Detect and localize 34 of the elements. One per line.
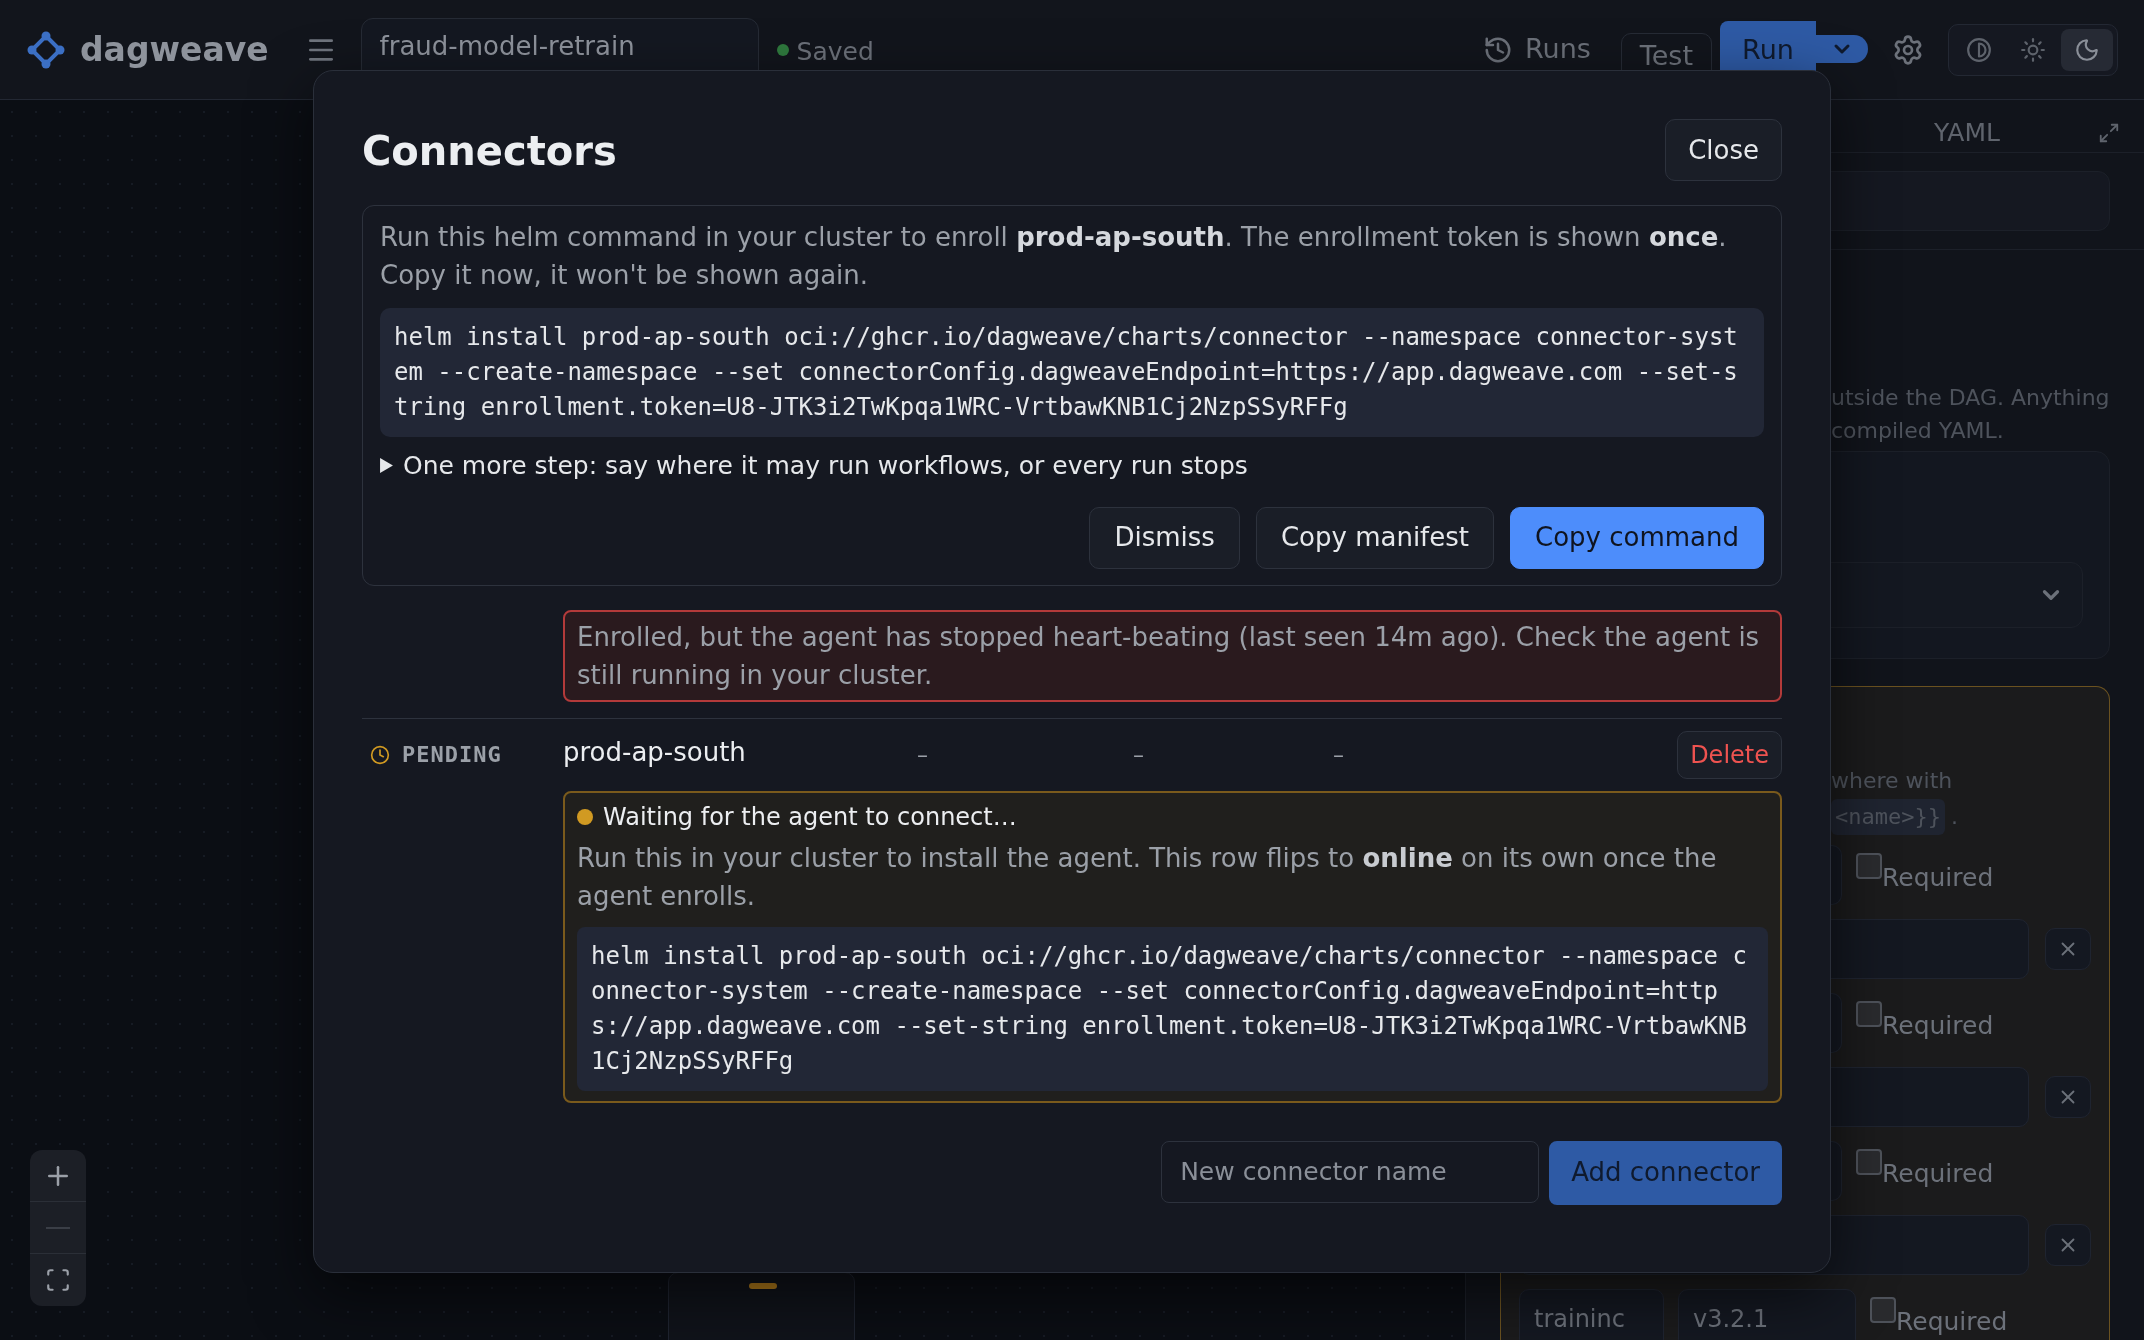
waiting-title: Waiting for the agent to connect… bbox=[603, 801, 1017, 833]
required-label: Required bbox=[1882, 1009, 1994, 1042]
save-status: Saved bbox=[796, 35, 874, 68]
delete-button[interactable]: Delete bbox=[1677, 730, 1782, 779]
yaml-tab[interactable]: YAML bbox=[1934, 114, 2000, 152]
required-label: Required bbox=[1896, 1305, 2008, 1338]
enrollment-message: Run this helm command in your cluster to enroll prod-ap-south. The enrollment token is shown once. Copy it now, it won't be shown again. bbox=[380, 221, 1728, 292]
status-label: PENDING bbox=[402, 741, 502, 769]
command-code: helm install prod-ap-south oci://ghcr.io/dagweave/charts/connector --namespace connector-system --create-namespace --set connectorConfig.dagweaveEndpoint=https://app.dagweave.com --set-string enrollment.token=U8-JTK3i2TwKpqa1WRC-VrtbawKNB1Cj2NzpSSyRFFg bbox=[577, 926, 1768, 1091]
description-text: utside the DAG. Anything bbox=[1831, 383, 2110, 412]
dialog-button[interactable]: Copy manifest bbox=[1255, 506, 1494, 569]
waiting-message: Run this in your cluster to install the agent. This row flips to online on its own once the agent enrolls. bbox=[577, 841, 1718, 913]
dialog-button[interactable]: Copy command bbox=[1510, 506, 1764, 569]
input-field[interactable]: traininc bbox=[1519, 1288, 1664, 1340]
table-cell-text: – bbox=[917, 741, 929, 769]
runs-button[interactable]: Runs bbox=[1525, 29, 1591, 70]
error-alert: Enrolled, but the agent has stopped heart-beating (last seen 14m ago). Check the agent is still running in your cluster. bbox=[563, 609, 1782, 702]
required-label: Required bbox=[1882, 1157, 1994, 1190]
connector-name: prod-ap-south bbox=[563, 735, 747, 769]
dialog-title: Connectors bbox=[362, 127, 617, 176]
required-label: Required bbox=[1882, 861, 1994, 894]
table-cell-text: – bbox=[1133, 741, 1145, 769]
dialog-button[interactable]: Dismiss bbox=[1089, 506, 1240, 569]
close-button[interactable]: Close bbox=[1665, 119, 1782, 181]
disclosure-toggle[interactable]: One more step: say where it may run workflows, or every run stops bbox=[380, 447, 1248, 485]
table-cell-text: – bbox=[1333, 741, 1344, 769]
hint-text: where with bbox=[1831, 766, 1953, 795]
add-connector-button[interactable]: Add connector bbox=[1549, 1140, 1782, 1205]
command-code: helm install prod-ap-south oci://ghcr.io/dagweave/charts/connector --namespace connector-system --create-namespace --set connectorConfig.dagweaveEndpoint=https://app.dagweave.com --set-string enrollment.token=U8-JTK3i2TwKpqa1WRC-VrtbawKNB1Cj2NzpSSyRFFg bbox=[380, 308, 1764, 437]
connector-name-input[interactable]: New connector name bbox=[1161, 1140, 1540, 1203]
app-logo-text: dagweave bbox=[80, 28, 269, 71]
input-field[interactable]: v3.2.1 bbox=[1678, 1288, 1856, 1340]
hint-text: . bbox=[1950, 802, 1958, 831]
description-text: compiled YAML. bbox=[1831, 416, 2004, 445]
